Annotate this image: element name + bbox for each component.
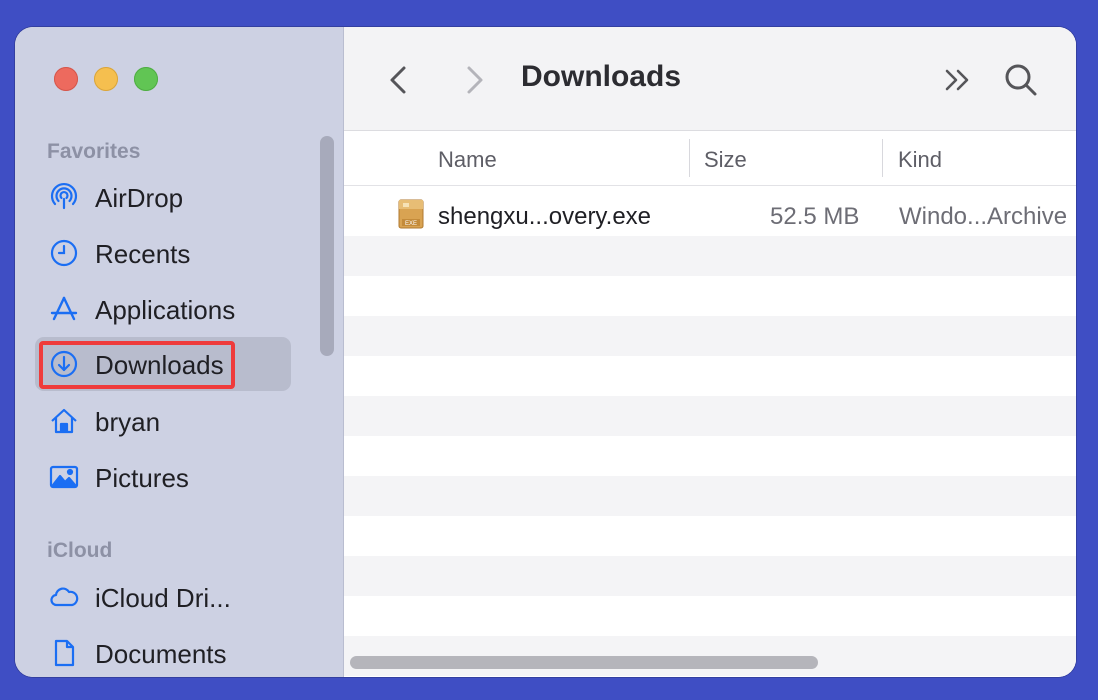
airdrop-icon: [49, 182, 79, 212]
sidebar-item-bryan[interactable]: bryan: [35, 394, 291, 448]
column-header-kind[interactable]: Kind: [898, 147, 942, 173]
zoom-window-button[interactable]: [134, 67, 158, 91]
sidebar-item-label: Applications: [95, 295, 236, 325]
photo-icon: [49, 462, 79, 492]
sidebar-item-applications[interactable]: Applications: [35, 282, 291, 336]
sidebar-item-documents[interactable]: Documents: [35, 626, 291, 677]
search-button[interactable]: [1001, 60, 1041, 100]
home-icon: [49, 406, 79, 436]
sidebar-item-airdrop[interactable]: AirDrop: [35, 170, 291, 224]
document-icon: [49, 638, 79, 668]
column-divider[interactable]: [689, 139, 690, 177]
empty-row: [344, 276, 1076, 316]
file-list-background: [344, 186, 1076, 676]
empty-row: [344, 556, 1076, 596]
horizontal-scrollbar[interactable]: [350, 656, 818, 669]
toolbar-overflow-button[interactable]: [939, 60, 979, 100]
chevron-right-icon: [467, 66, 483, 94]
sidebar-item-recents[interactable]: Recents: [35, 226, 291, 280]
highlight-box: [39, 341, 235, 389]
finder-window: Favorites AirDrop Recents Applications D…: [15, 27, 1076, 677]
forward-button[interactable]: [453, 60, 493, 100]
column-header: Name Size Kind: [344, 131, 1076, 186]
sidebar-item-label: Documents: [95, 639, 227, 669]
close-window-button[interactable]: [54, 67, 78, 91]
empty-row: [344, 596, 1076, 636]
empty-row: [344, 396, 1076, 436]
sidebar-item-label: iCloud Dri...: [95, 583, 231, 613]
main-pane: Downloads Name Size Kind EXE shengxu...o…: [344, 27, 1076, 677]
empty-row: [344, 316, 1076, 356]
sidebar: Favorites AirDrop Recents Applications D…: [15, 27, 344, 677]
section-label-favorites: Favorites: [47, 140, 141, 163]
sidebar-item-label: bryan: [95, 407, 161, 437]
exe-archive-icon: EXE: [398, 199, 424, 229]
section-label-icloud: iCloud: [47, 539, 113, 562]
sidebar-item-label: Recents: [95, 239, 191, 269]
file-name: shengxu...overy.exe: [438, 203, 652, 230]
window-title: Downloads: [521, 60, 682, 93]
chevron-left-icon: [390, 66, 406, 94]
clock-icon: [49, 238, 79, 268]
search-icon: [1005, 64, 1037, 96]
empty-row: [344, 516, 1076, 556]
file-size: 52.5 MB: [770, 203, 860, 230]
file-row[interactable]: EXE shengxu...overy.exe 52.5 MB Windo...…: [344, 186, 1076, 236]
cloud-icon: [49, 582, 79, 612]
column-header-size[interactable]: Size: [704, 147, 747, 173]
file-kind: Windo...Archive: [899, 203, 1068, 230]
column-header-name[interactable]: Name: [438, 147, 497, 173]
svg-text:EXE: EXE: [405, 221, 417, 227]
toolbar: Downloads: [344, 27, 1076, 131]
column-divider[interactable]: [882, 139, 883, 177]
sidebar-item-pictures[interactable]: Pictures: [35, 450, 291, 504]
sidebar-item-label: Pictures: [95, 463, 189, 493]
sidebar-item-icloud-drive[interactable]: iCloud Dri...: [35, 570, 291, 624]
empty-row: [344, 476, 1076, 516]
applications-icon: [49, 294, 79, 324]
sidebar-item-label: AirDrop: [95, 183, 184, 213]
empty-row: [344, 356, 1076, 396]
back-button[interactable]: [380, 60, 420, 100]
empty-row: [344, 236, 1076, 276]
double-chevron-right-icon: [945, 69, 969, 91]
minimize-window-button[interactable]: [94, 67, 118, 91]
sidebar-scrollbar[interactable]: [320, 136, 334, 356]
empty-row: [344, 436, 1076, 476]
